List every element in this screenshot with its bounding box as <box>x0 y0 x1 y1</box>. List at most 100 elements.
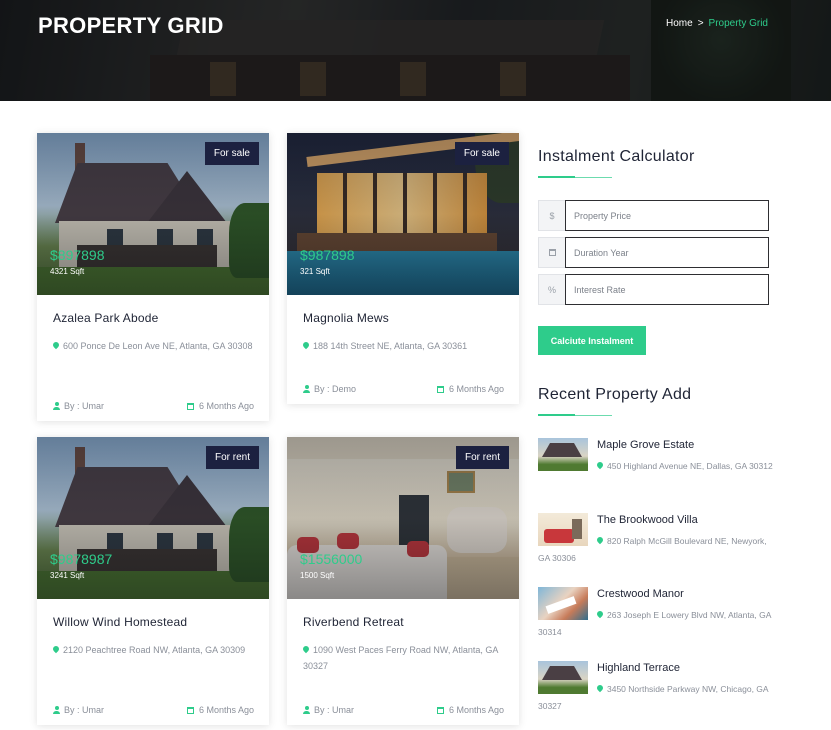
interest-rate-field: % <box>538 274 769 305</box>
property-author: By : Demo <box>303 384 356 394</box>
status-badge: For rent <box>455 446 509 469</box>
property-card[interactable]: For sale $897898 4321 Sqft Azalea Park A… <box>37 133 269 421</box>
property-name[interactable]: Azalea Park Abode <box>53 311 254 325</box>
property-date-text: 6 Months Ago <box>198 401 254 411</box>
property-price: $1556000 <box>300 551 363 567</box>
recent-property-address-text: 263 Joseph E Lowery Blvd NW, Atlanta, GA… <box>538 610 771 637</box>
calculator-title-underline-thin <box>575 177 612 178</box>
recent-property-item[interactable]: Highland Terrace 3450 Northside Parkway … <box>538 661 778 721</box>
recent-property-item[interactable]: Maple Grove Estate 450 Highland Avenue N… <box>538 438 778 498</box>
property-area: 1500 Sqft <box>300 571 335 580</box>
property-name[interactable]: Magnolia Mews <box>303 311 504 325</box>
breadcrumb-current: Property Grid <box>708 18 768 29</box>
property-author: By : Umar <box>303 705 354 715</box>
breadcrumb-home-link[interactable]: Home <box>666 18 693 29</box>
recent-property-address: 3450 Northside Parkway NW, Chicago, GA 3… <box>538 681 778 715</box>
property-address-text: 188 14th Street NE, Atlanta, GA 30361 <box>313 341 468 351</box>
property-address-text: 600 Ponce De Leon Ave NE, Atlanta, GA 30… <box>63 341 253 351</box>
property-date: 6 Months Ago <box>186 401 254 411</box>
property-address: 600 Ponce De Leon Ave NE, Atlanta, GA 30… <box>51 338 254 354</box>
location-pin-icon <box>51 340 61 350</box>
recent-property-address: 450 Highland Avenue NE, Dallas, GA 30312 <box>538 458 778 475</box>
duration-year-field <box>538 237 769 268</box>
user-icon <box>303 706 310 714</box>
property-author: By : Umar <box>53 705 104 715</box>
property-address-text: 2120 Peachtree Road NW, Atlanta, GA 3030… <box>63 645 246 655</box>
property-photo[interactable]: For sale $987898 321 Sqft <box>287 133 519 295</box>
property-author: By : Umar <box>53 401 104 411</box>
property-date: 6 Months Ago <box>186 705 254 715</box>
location-pin-icon <box>595 460 605 470</box>
property-meta: By : Umar 6 Months Ago <box>53 705 254 715</box>
property-date-text: 6 Months Ago <box>448 705 504 715</box>
recent-property-item[interactable]: Crestwood Manor 263 Joseph E Lowery Blvd… <box>538 587 778 647</box>
recent-title: Recent Property Add <box>538 386 692 403</box>
recent-property-address: 263 Joseph E Lowery Blvd NW, Atlanta, GA… <box>538 607 778 641</box>
page-title: PROPERTY GRID <box>38 13 224 38</box>
property-address: 188 14th Street NE, Atlanta, GA 30361 <box>301 338 504 354</box>
property-meta: By : Umar 6 Months Ago <box>303 705 504 715</box>
property-photo[interactable]: For rent $1556000 1500 Sqft <box>287 437 519 599</box>
calendar-glyph <box>548 249 556 256</box>
status-badge: For rent <box>205 446 259 469</box>
recent-property-name[interactable]: Highland Terrace <box>597 662 680 674</box>
recent-title-underline <box>538 414 575 416</box>
dollar-icon: $ <box>538 200 565 231</box>
calendar-icon <box>436 386 444 393</box>
property-price: $987898 <box>300 247 355 263</box>
recent-title-underline-thin <box>575 415 612 416</box>
interest-rate-input[interactable] <box>565 274 769 305</box>
calculator-title: Instalment Calculator <box>538 148 695 165</box>
property-price-input[interactable] <box>565 200 769 231</box>
property-price: $897898 <box>50 247 105 263</box>
property-author-text: By : Umar <box>64 705 105 715</box>
breadcrumb: Home > Property Grid <box>666 18 768 29</box>
calculator-title-underline <box>538 176 575 178</box>
property-area: 3241 Sqft <box>50 571 85 580</box>
duration-year-input[interactable] <box>565 237 769 268</box>
status-badge: For sale <box>204 142 259 165</box>
property-name[interactable]: Riverbend Retreat <box>303 615 504 629</box>
recent-property-address: 820 Ralph McGill Boulevard NE, Newyork, … <box>538 533 778 567</box>
user-icon <box>303 385 310 393</box>
breadcrumb-separator: > <box>697 18 704 29</box>
property-meta: By : Umar 6 Months Ago <box>53 401 254 411</box>
location-pin-icon <box>595 683 605 693</box>
property-photo[interactable]: For rent $9878987 3241 Sqft <box>37 437 269 599</box>
property-card[interactable]: For rent $9878987 3241 Sqft Willow Wind … <box>37 437 269 725</box>
recent-property-address-text: 3450 Northside Parkway NW, Chicago, GA 3… <box>538 684 769 711</box>
property-date-text: 6 Months Ago <box>198 705 254 715</box>
property-author-text: By : Demo <box>314 384 357 394</box>
property-card[interactable]: For rent $1556000 1500 Sqft Riverbend Re… <box>287 437 519 725</box>
calendar-icon <box>436 707 444 714</box>
recent-property-name[interactable]: Crestwood Manor <box>597 588 684 600</box>
property-meta: By : Demo 6 Months Ago <box>303 384 504 394</box>
percent-icon: % <box>538 274 565 305</box>
property-address: 2120 Peachtree Road NW, Atlanta, GA 3030… <box>51 642 254 658</box>
calendar-icon <box>538 237 565 268</box>
property-price: $9878987 <box>50 551 113 567</box>
user-icon <box>53 706 60 714</box>
calendar-icon <box>186 707 194 714</box>
location-pin-icon <box>301 340 311 350</box>
property-author-text: By : Umar <box>314 705 355 715</box>
property-card[interactable]: For sale $987898 321 Sqft Magnolia Mews … <box>287 133 519 404</box>
property-name[interactable]: Willow Wind Homestead <box>53 615 254 629</box>
property-date: 6 Months Ago <box>436 384 504 394</box>
property-area: 4321 Sqft <box>50 267 85 276</box>
recent-property-name[interactable]: Maple Grove Estate <box>597 439 694 451</box>
property-author-text: By : Umar <box>64 401 105 411</box>
property-date: 6 Months Ago <box>436 705 504 715</box>
recent-property-name[interactable]: The Brookwood Villa <box>597 514 698 526</box>
property-address: 1090 West Paces Ferry Road NW, Atlanta, … <box>301 642 504 674</box>
recent-property-item[interactable]: The Brookwood Villa 820 Ralph McGill Bou… <box>538 513 778 573</box>
recent-property-address-text: 450 Highland Avenue NE, Dallas, GA 30312 <box>607 461 773 471</box>
calculate-instalment-button[interactable]: Calciute Instalment <box>538 326 646 355</box>
status-badge: For sale <box>454 142 509 165</box>
location-pin-icon <box>595 535 605 545</box>
property-area: 321 Sqft <box>300 267 330 276</box>
property-photo[interactable]: For sale $897898 4321 Sqft <box>37 133 269 295</box>
location-pin-icon <box>595 609 605 619</box>
property-price-field: $ <box>538 200 769 231</box>
user-icon <box>53 402 60 410</box>
